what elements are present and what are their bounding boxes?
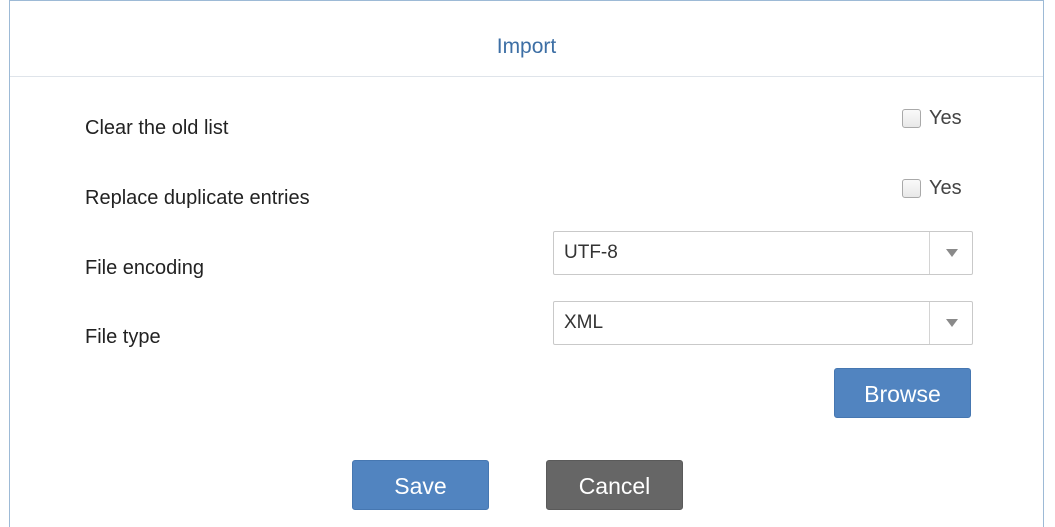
browse-button[interactable]: Browse xyxy=(834,368,971,418)
select-divider xyxy=(929,232,930,274)
dialog-title: Import xyxy=(496,35,557,58)
file-encoding-select[interactable]: UTF-8 xyxy=(553,231,973,275)
file-encoding-label: File encoding xyxy=(85,257,204,279)
clear-old-list-yes-label[interactable]: Yes xyxy=(929,106,962,130)
cancel-button[interactable]: Cancel xyxy=(546,460,683,510)
clear-old-list-checkbox[interactable] xyxy=(902,108,921,128)
import-dialog: Import Clear the old list Yes Replace du… xyxy=(9,0,1044,527)
select-divider xyxy=(929,302,930,344)
chevron-down-icon[interactable] xyxy=(946,319,958,327)
file-type-select[interactable]: XML xyxy=(553,301,973,345)
file-type-value[interactable]: XML xyxy=(564,312,603,334)
file-type-label: File type xyxy=(85,326,161,348)
replace-duplicates-label: Replace duplicate entries xyxy=(85,187,310,209)
save-button[interactable]: Save xyxy=(352,460,489,510)
replace-duplicates-checkbox[interactable] xyxy=(902,178,921,198)
replace-duplicates-yes-label[interactable]: Yes xyxy=(929,176,962,200)
clear-old-list-option[interactable]: Yes xyxy=(902,106,962,130)
clear-old-list-label: Clear the old list xyxy=(85,117,229,139)
file-encoding-value[interactable]: UTF-8 xyxy=(564,242,618,264)
dialog-header: Import xyxy=(10,1,1043,77)
replace-duplicates-option[interactable]: Yes xyxy=(902,176,962,200)
chevron-down-icon[interactable] xyxy=(946,249,958,257)
